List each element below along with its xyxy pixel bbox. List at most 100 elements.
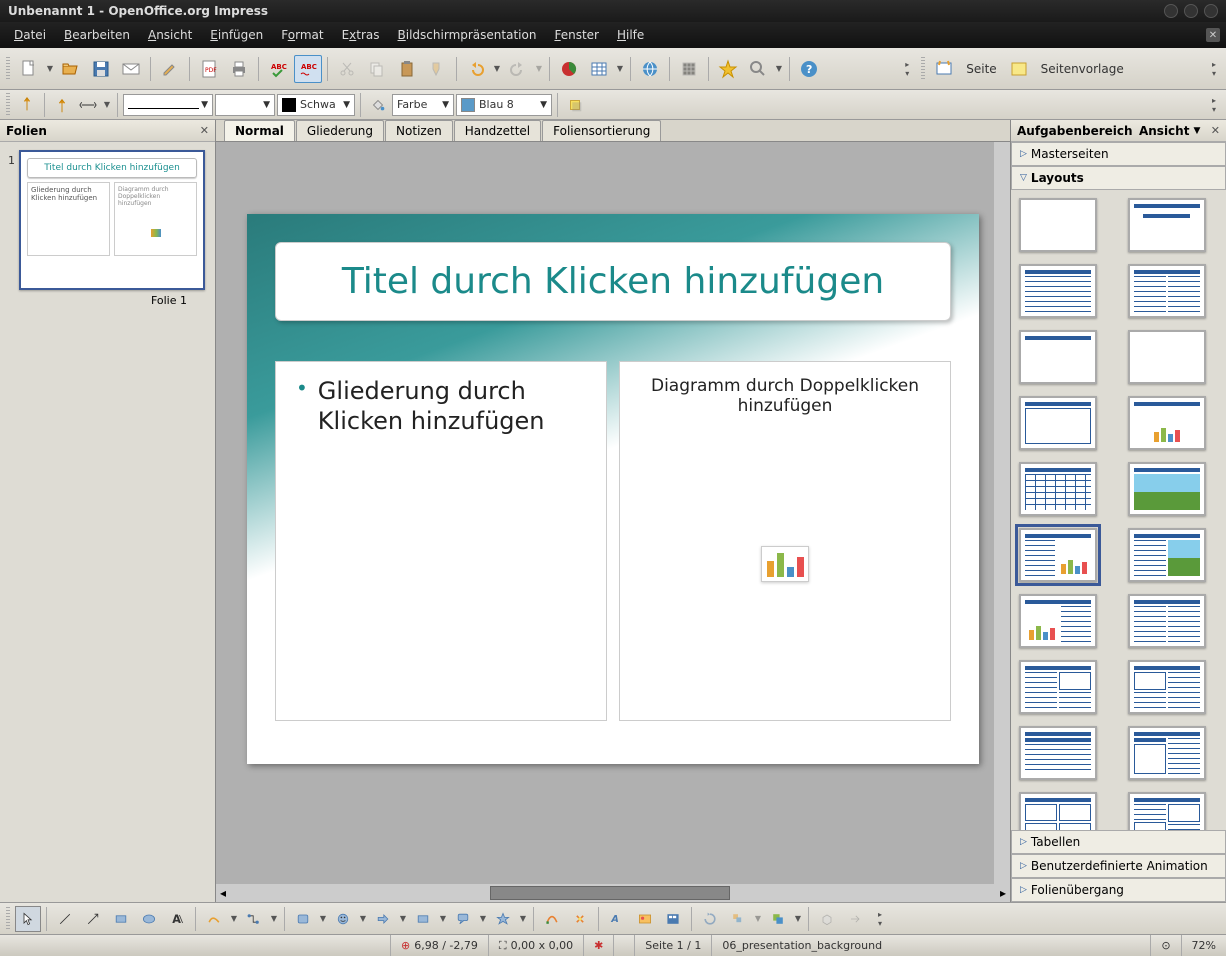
section-transition[interactable]: ▷Folienübergang [1011, 878, 1226, 902]
select-tool[interactable] [15, 906, 41, 932]
layout-title-obj[interactable] [1019, 396, 1097, 450]
close-button[interactable] [1204, 4, 1218, 18]
toolbar-grip-2[interactable] [6, 93, 10, 117]
layout-title[interactable] [1128, 198, 1206, 252]
layout-title-obj-3[interactable] [1128, 660, 1206, 714]
gallery-tool[interactable] [660, 906, 686, 932]
horizontal-scrollbar[interactable]: ◂ ▸ [216, 884, 1010, 902]
chart-button[interactable] [555, 55, 583, 83]
help-button[interactable]: ? [795, 55, 823, 83]
layout-title-table[interactable] [1019, 462, 1097, 516]
gluepoints-tool[interactable] [567, 906, 593, 932]
layout-blank[interactable] [1019, 198, 1097, 252]
slide-label[interactable]: Seite [960, 59, 1002, 79]
interaction-tool[interactable] [842, 906, 868, 932]
menu-einfuegen[interactable]: Einfügen [202, 25, 271, 45]
align-dropdown[interactable]: ▼ [753, 914, 763, 923]
cut-button[interactable] [333, 55, 361, 83]
vertical-scrollbar[interactable] [994, 142, 1010, 884]
close-doc-button[interactable]: ✕ [1206, 28, 1220, 42]
menu-format[interactable]: Format [273, 25, 331, 45]
redo-button[interactable] [504, 55, 532, 83]
connector-dropdown[interactable]: ▼ [269, 914, 279, 923]
copy-button[interactable] [363, 55, 391, 83]
points-tool[interactable] [539, 906, 565, 932]
layout-title-2content-b[interactable] [1128, 594, 1206, 648]
arrange-tool[interactable] [765, 906, 791, 932]
fill-type-combo[interactable]: Farbe▼ [392, 94, 454, 116]
slide-editor[interactable]: Titel durch Klicken hinzufügen • Glieder… [216, 142, 1010, 884]
line-style-combo[interactable]: ▼ [123, 94, 213, 116]
slide-button[interactable] [930, 55, 958, 83]
slide-design-label[interactable]: Seitenvorlage [1035, 59, 1130, 79]
fill-color-combo[interactable]: Blau 8▼ [456, 94, 552, 116]
section-animation[interactable]: ▷Benutzerdefinierte Animation [1011, 854, 1226, 878]
layout-title-obj-2[interactable] [1019, 660, 1097, 714]
minimize-button[interactable] [1164, 4, 1178, 18]
star-shapes[interactable] [490, 906, 516, 932]
basic-shapes-dropdown[interactable]: ▼ [318, 914, 328, 923]
rotate-tool[interactable] [697, 906, 723, 932]
chart-placeholder[interactable]: Diagramm durch Doppelklicken hinzufügen [619, 361, 951, 721]
star-dropdown[interactable]: ▼ [518, 914, 528, 923]
basic-shapes[interactable] [290, 906, 316, 932]
maximize-button[interactable] [1184, 4, 1198, 18]
menu-bildschirmpraesentation[interactable]: Bildschirmpräsentation [390, 25, 545, 45]
line-width-combo[interactable]: ▼ [215, 94, 275, 116]
arrow-tool[interactable] [80, 906, 106, 932]
toolbar-overflow-3[interactable]: ▸▾ [1208, 96, 1220, 114]
edit-button[interactable] [156, 55, 184, 83]
arrow-style-1[interactable] [15, 93, 39, 117]
fontwork-tool[interactable]: A [604, 906, 630, 932]
undo-button[interactable] [462, 55, 490, 83]
print-button[interactable] [225, 55, 253, 83]
section-tabellen[interactable]: ▷Tabellen [1011, 830, 1226, 854]
title-placeholder[interactable]: Titel durch Klicken hinzufügen [275, 242, 951, 321]
layout-title-outline-image[interactable] [1128, 528, 1206, 582]
layout-title-only[interactable] [1019, 330, 1097, 384]
toolbar-grip[interactable] [6, 57, 10, 81]
email-button[interactable] [117, 55, 145, 83]
section-masterseiten[interactable]: ▷Masterseiten [1011, 142, 1226, 166]
symbol-shapes-dropdown[interactable]: ▼ [358, 914, 368, 923]
flowchart-dropdown[interactable]: ▼ [438, 914, 448, 923]
slide-thumb-1[interactable]: Titel durch Klicken hinzufügen Gliederun… [19, 150, 205, 290]
spellcheck-button[interactable]: ABC [264, 55, 292, 83]
new-button[interactable] [15, 55, 43, 83]
curve-dropdown[interactable]: ▼ [229, 914, 239, 923]
layout-title-image[interactable] [1128, 462, 1206, 516]
tab-foliensortierung[interactable]: Foliensortierung [542, 120, 661, 141]
grid-button[interactable] [675, 55, 703, 83]
menu-ansicht[interactable]: Ansicht [140, 25, 200, 45]
line-color-combo[interactable]: Schwa▼ [277, 94, 355, 116]
slides-panel-close[interactable]: ✕ [200, 124, 209, 137]
menu-extras[interactable]: Extras [334, 25, 388, 45]
layout-2row-b[interactable] [1128, 726, 1206, 780]
scrollbar-thumb[interactable] [490, 886, 730, 900]
symbol-shapes[interactable] [330, 906, 356, 932]
layout-title-2content[interactable] [1128, 264, 1206, 318]
text-tool[interactable]: A [164, 906, 190, 932]
block-arrows[interactable] [370, 906, 396, 932]
paste-button[interactable] [393, 55, 421, 83]
tab-handzettel[interactable]: Handzettel [454, 120, 541, 141]
new-dropdown[interactable]: ▼ [45, 64, 55, 73]
zoom-dropdown[interactable]: ▼ [774, 64, 784, 73]
fill-button[interactable] [366, 93, 390, 117]
open-button[interactable] [57, 55, 85, 83]
task-view-arrow[interactable]: ▼ [1193, 126, 1200, 136]
ellipse-tool[interactable] [136, 906, 162, 932]
table-dropdown[interactable]: ▼ [615, 64, 625, 73]
connector-tool[interactable] [241, 906, 267, 932]
zoom-button[interactable] [744, 55, 772, 83]
layout-title-outline-chart[interactable] [1019, 528, 1097, 582]
toolbar-overflow[interactable]: ▸▾ [901, 60, 913, 78]
toolbar-overflow-2[interactable]: ▸▾ [1208, 60, 1220, 78]
task-view-dropdown[interactable]: Ansicht [1139, 124, 1189, 138]
undo-dropdown[interactable]: ▼ [492, 64, 502, 73]
section-layouts[interactable]: ▽Layouts [1011, 166, 1226, 190]
layout-2row[interactable] [1019, 726, 1097, 780]
outline-placeholder[interactable]: • Gliederung durch Klicken hinzufügen [275, 361, 607, 721]
rect-tool[interactable] [108, 906, 134, 932]
layout-centered[interactable] [1128, 330, 1206, 384]
